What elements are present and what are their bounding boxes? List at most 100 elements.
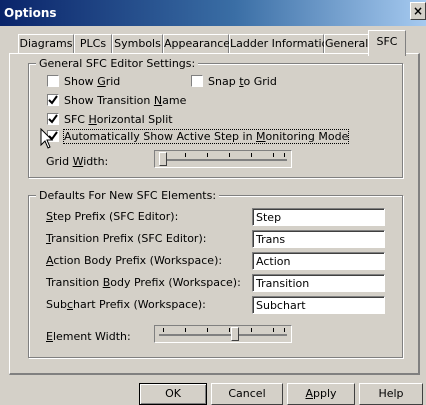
checkbox-label: ame <box>162 94 187 107</box>
mnemonic: M <box>256 130 266 143</box>
subchart-prefix-input[interactable]: Subchart <box>252 296 385 314</box>
group-title: Defaults For New SFC Elements: <box>36 189 220 202</box>
checkbox-label: o Grid <box>243 75 277 88</box>
slider-thumb[interactable] <box>231 327 239 341</box>
grid-width-slider[interactable] <box>154 150 292 168</box>
element-width-label: Element Width: <box>46 330 131 343</box>
slider-tick <box>207 153 208 157</box>
help-button[interactable]: Help <box>359 383 423 405</box>
tab-plcs[interactable]: PLCs <box>74 34 112 54</box>
tab-diagrams[interactable]: Diagrams <box>18 34 74 54</box>
checkbox-label: Show Transition <box>64 94 154 107</box>
checkbox-label: Show <box>64 75 98 88</box>
tab-label: Appearance <box>164 37 231 50</box>
label-text: lement Width: <box>52 330 131 343</box>
show-transition-name-checkbox[interactable]: Show Transition Name <box>47 94 186 107</box>
checkbox-box[interactable] <box>47 94 59 106</box>
transition-prefix-label: Transition Prefix (SFC Editor): <box>46 232 206 245</box>
ok-button[interactable]: OK <box>139 383 207 405</box>
sfc-horizontal-split-checkbox[interactable]: SFC Horizontal Split <box>47 113 173 126</box>
cancel-button[interactable]: Cancel <box>211 383 283 405</box>
tab-ladder-information[interactable]: Ladder Information <box>229 34 335 54</box>
tab-symbols[interactable]: Symbols <box>112 34 163 54</box>
step-prefix-input[interactable]: Step <box>252 208 385 226</box>
mnemonic: E <box>46 330 53 343</box>
tab-general[interactable]: General <box>324 34 369 54</box>
options-dialog: Options × Diagrams PLCs Symbols Appearan… <box>0 0 426 405</box>
check-icon <box>48 95 58 105</box>
checkbox-label: SFC <box>64 113 89 126</box>
checkbox-box[interactable] <box>47 113 59 125</box>
mnemonic: A <box>305 387 313 400</box>
transition-body-prefix-label: Transition Body Prefix (Workspace): <box>46 276 241 289</box>
snap-to-grid-checkbox[interactable]: Snap to Grid <box>191 75 277 88</box>
auto-show-active-step-checkbox[interactable]: Automatically Show Active Step in Monito… <box>47 129 350 144</box>
mnemonic: S <box>46 210 53 223</box>
tab-label: General <box>325 37 369 50</box>
tab-label: Ladder Information <box>230 37 336 50</box>
button-label: Cancel <box>228 387 266 400</box>
slider-tick <box>185 328 186 332</box>
tab-appearance[interactable]: Appearance <box>163 34 231 54</box>
button-label: Help <box>378 387 404 400</box>
checkbox-box[interactable] <box>47 75 59 87</box>
mnemonic: W <box>72 155 84 168</box>
checkbox-label: orizontal Split <box>96 113 173 126</box>
check-icon <box>48 114 58 124</box>
label-text: Grid <box>46 155 73 168</box>
checkbox-label: Automatically Show Active Step in <box>64 130 257 143</box>
label-text: Transition <box>46 276 103 289</box>
step-prefix-label: Step Prefix (SFC Editor): <box>46 210 178 223</box>
label-text: ction Body Prefix (Workspace): <box>53 254 223 267</box>
title-bar[interactable]: Options × <box>0 0 426 26</box>
slider-tick <box>163 328 164 332</box>
slider-thumb[interactable] <box>159 152 167 166</box>
tab-sfc[interactable]: SFC <box>368 30 406 56</box>
tab-label: Diagrams <box>19 37 73 50</box>
slider-track <box>159 334 287 336</box>
mnemonic: G <box>97 75 106 88</box>
label-text: Sub <box>46 298 67 311</box>
tab-label: Symbols <box>114 37 161 50</box>
window-title: Options <box>4 6 57 20</box>
show-grid-checkbox[interactable]: Show Grid <box>47 75 120 88</box>
checkbox-label: rid <box>105 75 121 88</box>
slider-tick <box>251 153 252 157</box>
label-text: tep Prefix (SFC Editor): <box>52 210 179 223</box>
slider-tick <box>229 328 230 332</box>
slider-tick <box>229 153 230 157</box>
group-title: General SFC Editor Settings: <box>36 57 199 70</box>
mnemonic: H <box>88 113 97 126</box>
label-text: idth: <box>83 155 109 168</box>
checkbox-label: onitoring Mode <box>265 130 349 143</box>
label-text: ransition Prefix (SFC Editor): <box>51 232 207 245</box>
label-text: hart Prefix (Workspace): <box>73 298 206 311</box>
slider-tick <box>273 153 274 157</box>
label-text: ody Prefix (Workspace): <box>110 276 241 289</box>
grid-width-label: Grid Width: <box>46 155 108 168</box>
element-width-slider[interactable] <box>154 325 292 343</box>
tab-label: SFC <box>376 35 398 48</box>
mouse-cursor-icon <box>40 128 54 149</box>
subchart-prefix-label: Subchart Prefix (Workspace): <box>46 298 206 311</box>
checkbox-box[interactable] <box>191 75 203 87</box>
button-label: OK <box>165 387 181 400</box>
apply-button[interactable]: Apply <box>287 383 355 405</box>
action-body-prefix-input[interactable]: Action <box>252 252 385 270</box>
close-icon[interactable]: × <box>410 2 426 20</box>
button-label: pply <box>313 387 337 400</box>
slider-tick <box>284 153 285 157</box>
slider-tick <box>284 328 285 332</box>
slider-track <box>159 159 287 161</box>
mnemonic: N <box>153 94 163 107</box>
checkbox-label-focused: Automatically Show Active Step in Monito… <box>62 129 350 144</box>
slider-tick <box>207 328 208 332</box>
action-body-prefix-label: Action Body Prefix (Workspace): <box>46 254 222 267</box>
checkbox-label: Snap <box>208 75 240 88</box>
slider-tick <box>185 153 186 157</box>
slider-tick <box>273 328 274 332</box>
slider-tick <box>251 328 252 332</box>
transition-body-prefix-input[interactable]: Transition <box>252 274 385 292</box>
tab-label: PLCs <box>79 37 107 50</box>
transition-prefix-input[interactable]: Trans <box>252 230 385 248</box>
